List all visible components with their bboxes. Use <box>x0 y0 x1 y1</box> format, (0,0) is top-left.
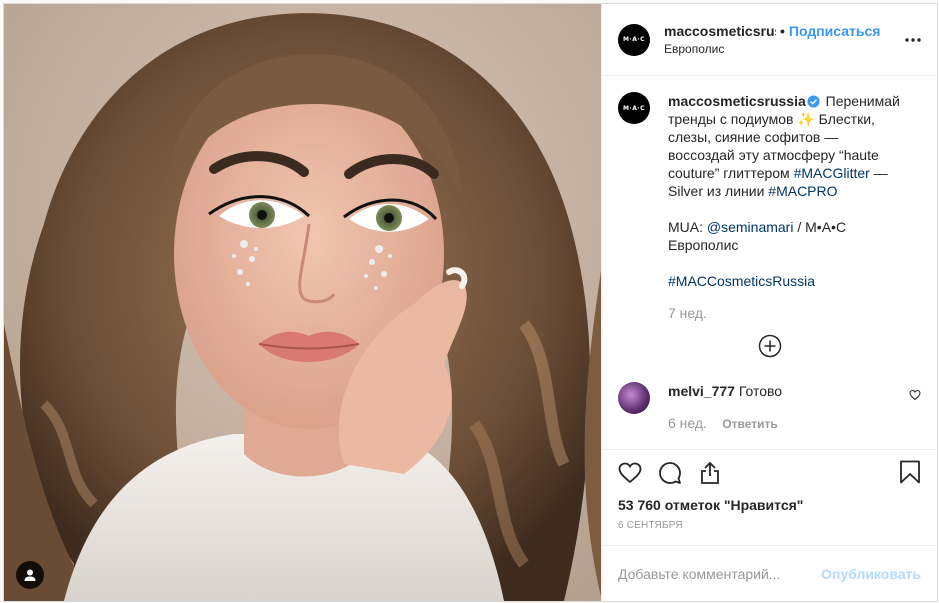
comment-text: Готово <box>738 383 783 399</box>
more-horizontal-icon <box>905 38 921 42</box>
avatar-logo-text: M·A·C <box>622 104 646 112</box>
mua-label: MUA: <box>668 219 703 235</box>
hashtag-maccosmeticsrussia[interactable]: #MACCosmeticsRussia <box>668 273 815 289</box>
comment-like-button[interactable] <box>909 388 921 404</box>
comment-button[interactable] <box>658 461 682 485</box>
location-link[interactable]: Европолис <box>664 40 894 58</box>
likes-count[interactable]: 53 760 отметок "Нравится" <box>618 496 921 514</box>
post-date[interactable]: 6 сентября <box>618 520 921 531</box>
post-actions: 53 760 отметок "Нравится" 6 сентября <box>602 449 937 531</box>
separator-dot: • <box>780 22 785 39</box>
comment-icon <box>659 462 681 484</box>
comment-avatar[interactable] <box>618 382 650 414</box>
avatar[interactable]: M·A·C <box>618 23 650 56</box>
publish-button[interactable]: Опубликовать <box>821 566 921 582</box>
post-header: M·A·C maccosmeticsrus • Подписаться Евро… <box>602 4 937 76</box>
hashtag-macglitter[interactable]: #MACGlitter <box>794 165 870 181</box>
avatar-logo-text: M·A·C <box>622 36 646 43</box>
comment-username[interactable]: melvi_777 <box>668 383 735 399</box>
post-dialog: M·A·C maccosmeticsrus • Подписаться Евро… <box>3 3 938 602</box>
post-photo[interactable] <box>4 4 602 601</box>
heart-icon <box>909 389 921 401</box>
comment-item: melvi_777 Готово 6 нед. Ответить <box>618 382 921 433</box>
more-options-button[interactable] <box>905 30 921 42</box>
share-icon <box>701 461 719 484</box>
comments-list[interactable]: M·A·C maccosmeticsrussia Перенимай тренд… <box>602 76 937 449</box>
user-tag-button[interactable] <box>16 561 44 589</box>
add-comment-section: Опубликовать <box>602 545 937 601</box>
save-button[interactable] <box>899 460 921 487</box>
plus-circle-icon <box>758 334 781 358</box>
post-side-panel: M·A·C maccosmeticsrus • Подписаться Евро… <box>602 4 937 601</box>
share-button[interactable] <box>698 461 722 485</box>
mua-handle-link[interactable]: @seminamari <box>707 219 794 235</box>
user-icon <box>24 569 36 581</box>
comment-input[interactable] <box>618 565 822 582</box>
like-button[interactable] <box>618 461 642 485</box>
caption: M·A·C maccosmeticsrussia Перенимай тренд… <box>618 92 921 322</box>
load-more-comments-button[interactable] <box>618 334 921 358</box>
comment-time[interactable]: 6 нед. <box>668 415 707 431</box>
caption-username[interactable]: maccosmeticsrussia <box>668 93 806 109</box>
caption-time[interactable]: 7 нед. <box>668 304 908 322</box>
header-username[interactable]: maccosmeticsrus <box>664 22 776 40</box>
caption-avatar[interactable]: M·A·C <box>618 92 650 124</box>
reply-button[interactable]: Ответить <box>722 417 777 431</box>
hashtag-macpro[interactable]: #MACPRO <box>768 183 837 199</box>
heart-icon <box>618 462 642 484</box>
portrait-image <box>4 4 601 601</box>
follow-button[interactable]: Подписаться <box>789 22 881 40</box>
bookmark-icon <box>900 460 920 484</box>
verified-badge-icon <box>807 95 820 108</box>
